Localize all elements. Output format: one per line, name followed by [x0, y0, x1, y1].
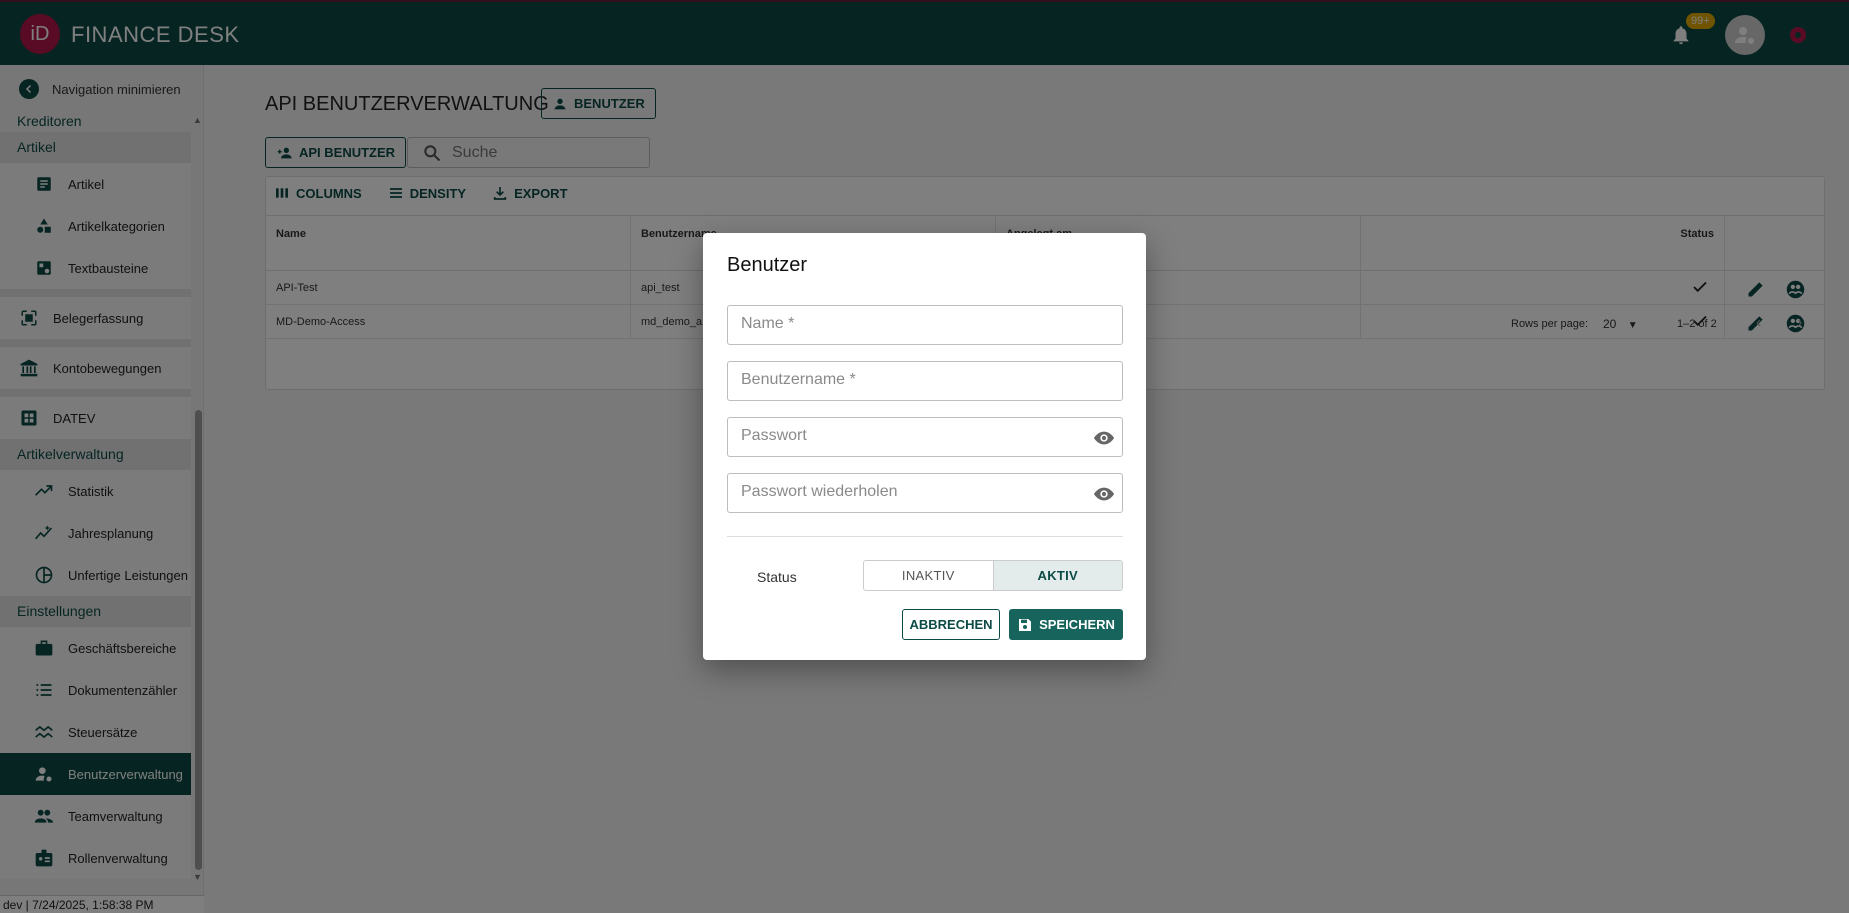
username-input[interactable]	[741, 371, 1071, 389]
password-repeat-input[interactable]	[741, 483, 1071, 501]
visibility-icon[interactable]	[1093, 427, 1115, 449]
user-dialog: Benutzer Status INAKTIV AKTIV ABBRECHEN …	[703, 233, 1146, 660]
save-icon	[1019, 618, 1032, 631]
status-label: Status	[757, 569, 797, 585]
cancel-button[interactable]: ABBRECHEN	[902, 609, 1000, 640]
password-repeat-field[interactable]	[727, 473, 1123, 513]
password-input[interactable]	[741, 427, 1071, 445]
status-option-inaktiv[interactable]: INAKTIV	[864, 561, 993, 590]
dialog-divider	[727, 536, 1123, 537]
save-button-label: SPEICHERN	[1039, 617, 1115, 632]
status-option-aktiv[interactable]: AKTIV	[992, 561, 1122, 590]
username-field[interactable]	[727, 361, 1123, 401]
name-input[interactable]	[741, 315, 1071, 333]
password-field[interactable]	[727, 417, 1123, 457]
name-field[interactable]	[727, 305, 1123, 345]
save-button[interactable]: SPEICHERN	[1009, 609, 1123, 640]
dialog-title: Benutzer	[727, 254, 808, 276]
status-toggle[interactable]: INAKTIV AKTIV	[863, 560, 1123, 591]
visibility-icon[interactable]	[1093, 483, 1115, 505]
